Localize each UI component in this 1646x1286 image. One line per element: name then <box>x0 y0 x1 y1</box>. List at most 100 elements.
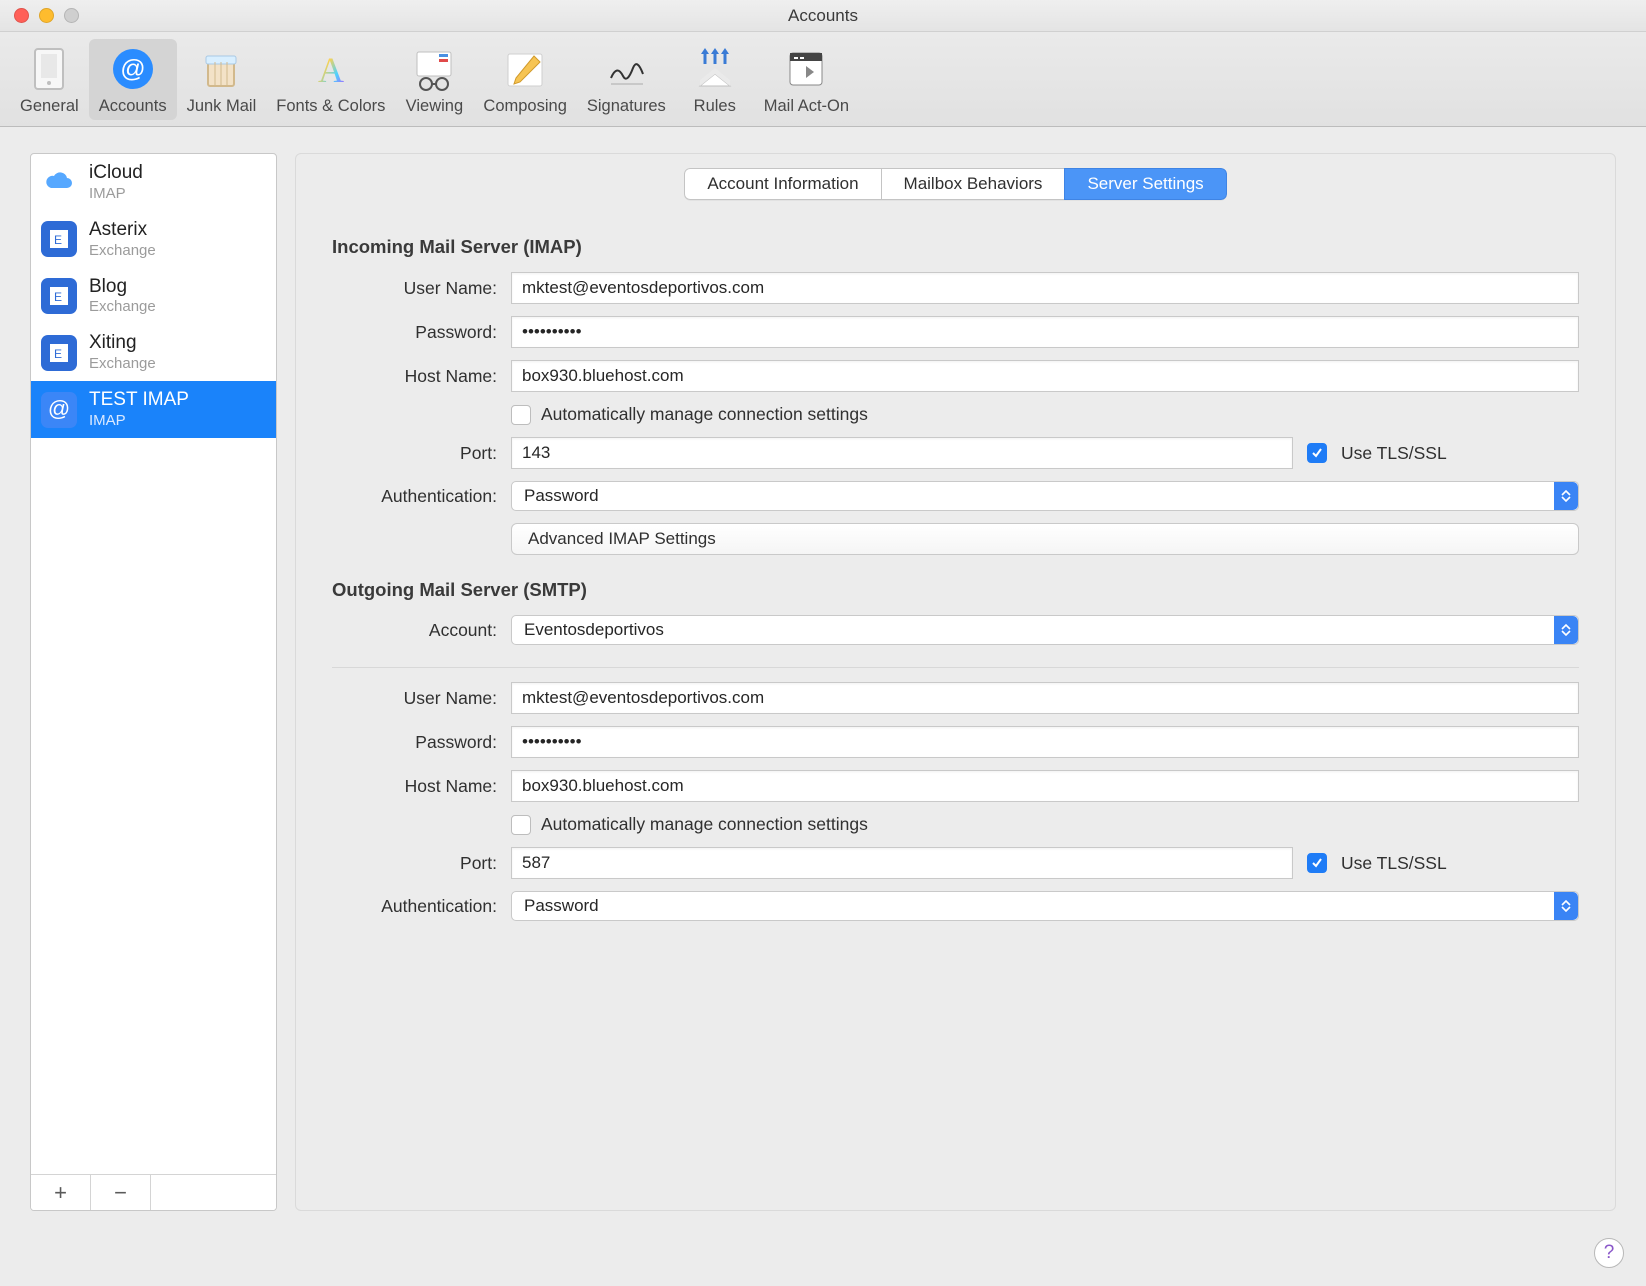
select-stepper-icon <box>1554 892 1578 920</box>
account-proto-label: IMAP <box>89 412 189 430</box>
toolbar-tab-composing[interactable]: Composing <box>473 39 576 120</box>
account-item-test-imap[interactable]: @ TEST IMAP IMAP <box>31 381 276 438</box>
toolbar-tab-label: Fonts & Colors <box>276 97 385 116</box>
incoming-host-input[interactable]: box930.bluehost.com <box>511 360 1579 392</box>
toolbar-tab-accounts[interactable]: @ Accounts <box>89 39 177 120</box>
sidebar-footer-spacer <box>151 1175 276 1211</box>
divider <box>332 667 1579 668</box>
incoming-username-label: User Name: <box>332 278 497 299</box>
outgoing-auto-label: Automatically manage connection settings <box>541 814 868 835</box>
outgoing-account-label: Account: <box>332 620 497 641</box>
viewing-icon <box>410 45 458 93</box>
outgoing-account-value: Eventosdeportivos <box>524 620 664 640</box>
exchange-icon: E <box>41 278 77 314</box>
junk-mail-icon <box>197 45 245 93</box>
settings-panel: Account Information Mailbox Behaviors Se… <box>295 153 1616 1211</box>
tab-server-settings[interactable]: Server Settings <box>1064 168 1226 200</box>
toolbar-tab-label: Rules <box>694 97 736 116</box>
remove-account-button[interactable]: − <box>91 1175 151 1211</box>
fonts-colors-icon: A <box>307 45 355 93</box>
incoming-tls-checkbox[interactable] <box>1307 443 1327 463</box>
account-proto-label: Exchange <box>89 242 156 260</box>
toolbar-tab-label: Composing <box>483 97 566 116</box>
account-proto-label: Exchange <box>89 355 156 373</box>
svg-text:@: @ <box>120 55 145 83</box>
outgoing-username-label: User Name: <box>332 688 497 709</box>
incoming-auth-label: Authentication: <box>332 486 497 507</box>
account-proto-label: Exchange <box>89 298 156 316</box>
toolbar-tab-fonts-colors[interactable]: A Fonts & Colors <box>266 39 395 120</box>
at-icon: @ <box>41 392 77 428</box>
outgoing-port-label: Port: <box>332 853 497 874</box>
account-proto-label: IMAP <box>89 185 143 203</box>
outgoing-username-input[interactable]: mktest@eventosdeportivos.com <box>511 682 1579 714</box>
outgoing-auth-value: Password <box>524 896 599 916</box>
incoming-username-input[interactable]: mktest@eventosdeportivos.com <box>511 272 1579 304</box>
account-item-xiting[interactable]: E Xiting Exchange <box>31 324 276 381</box>
outgoing-account-select[interactable]: Eventosdeportivos <box>511 615 1579 645</box>
incoming-heading: Incoming Mail Server (IMAP) <box>332 236 1579 258</box>
outgoing-host-input[interactable]: box930.bluehost.com <box>511 770 1579 802</box>
toolbar-tab-mail-act-on[interactable]: Mail Act-On <box>754 39 859 120</box>
account-name-label: TEST IMAP <box>89 389 189 412</box>
outgoing-tls-label: Use TLS/SSL <box>1341 853 1447 874</box>
svg-text:E: E <box>54 347 62 361</box>
incoming-auth-value: Password <box>524 486 599 506</box>
outgoing-auto-checkbox[interactable] <box>511 815 531 835</box>
outgoing-auth-select[interactable]: Password <box>511 891 1579 921</box>
cloud-icon <box>41 164 77 200</box>
account-name-label: Asterix <box>89 219 156 242</box>
mail-act-on-icon <box>782 45 830 93</box>
toolbar-tab-label: Signatures <box>587 97 666 116</box>
account-name-label: iCloud <box>89 162 143 185</box>
exchange-icon: E <box>41 335 77 371</box>
outgoing-tls-checkbox[interactable] <box>1307 853 1327 873</box>
account-name-label: Blog <box>89 276 156 299</box>
rules-icon <box>691 45 739 93</box>
preferences-toolbar: General @ Accounts Junk Mail A Fonts & C… <box>0 32 1646 127</box>
advanced-imap-button[interactable]: Advanced IMAP Settings <box>511 523 1579 555</box>
incoming-host-label: Host Name: <box>332 366 497 387</box>
select-stepper-icon <box>1554 482 1578 510</box>
outgoing-heading: Outgoing Mail Server (SMTP) <box>332 579 1579 601</box>
outgoing-auth-label: Authentication: <box>332 896 497 917</box>
select-stepper-icon <box>1554 616 1578 644</box>
signatures-icon <box>602 45 650 93</box>
svg-text:E: E <box>54 233 62 247</box>
settings-tabs: Account Information Mailbox Behaviors Se… <box>684 168 1226 200</box>
account-item-asterix[interactable]: E Asterix Exchange <box>31 211 276 268</box>
outgoing-port-input[interactable]: 587 <box>511 847 1293 879</box>
titlebar: Accounts <box>0 0 1646 32</box>
toolbar-tab-junk-mail[interactable]: Junk Mail <box>177 39 267 120</box>
toolbar-tab-label: Mail Act-On <box>764 97 849 116</box>
accounts-icon: @ <box>109 45 157 93</box>
toolbar-tab-label: Junk Mail <box>187 97 257 116</box>
window-title: Accounts <box>0 6 1646 26</box>
incoming-auth-select[interactable]: Password <box>511 481 1579 511</box>
svg-text:E: E <box>54 290 62 304</box>
incoming-port-label: Port: <box>332 443 497 464</box>
incoming-auto-checkbox[interactable] <box>511 405 531 425</box>
exchange-icon: E <box>41 221 77 257</box>
account-name-label: Xiting <box>89 332 156 355</box>
account-item-blog[interactable]: E Blog Exchange <box>31 268 276 325</box>
composing-icon <box>501 45 549 93</box>
account-item-icloud[interactable]: iCloud IMAP <box>31 154 276 211</box>
toolbar-tab-general[interactable]: General <box>10 39 89 120</box>
toolbar-tab-label: Viewing <box>406 97 463 116</box>
svg-text:A: A <box>318 50 344 90</box>
outgoing-host-label: Host Name: <box>332 776 497 797</box>
toolbar-tab-signatures[interactable]: Signatures <box>577 39 676 120</box>
add-account-button[interactable]: + <box>31 1175 91 1211</box>
incoming-password-label: Password: <box>332 322 497 343</box>
tab-mailbox-behaviors[interactable]: Mailbox Behaviors <box>881 168 1066 200</box>
incoming-port-input[interactable]: 143 <box>511 437 1293 469</box>
toolbar-tab-rules[interactable]: Rules <box>676 39 754 120</box>
incoming-password-input[interactable]: •••••••••• <box>511 316 1579 348</box>
toolbar-tab-viewing[interactable]: Viewing <box>395 39 473 120</box>
accounts-sidebar: iCloud IMAP E Asterix Exchange E <box>30 153 277 1211</box>
tab-account-information[interactable]: Account Information <box>684 168 881 200</box>
help-button[interactable]: ? <box>1594 1238 1624 1268</box>
outgoing-password-label: Password: <box>332 732 497 753</box>
outgoing-password-input[interactable]: •••••••••• <box>511 726 1579 758</box>
